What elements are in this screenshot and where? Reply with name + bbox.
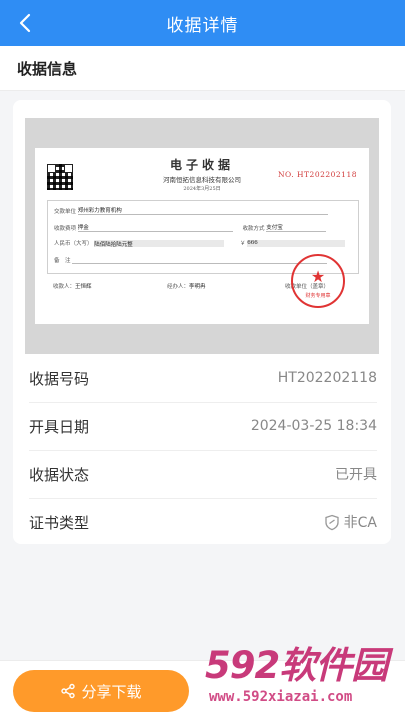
- cert-type-value: 非CA: [324, 512, 377, 532]
- receipt-date: 2024年3月25日: [183, 186, 221, 192]
- payer-value: 郑州彩力教育机构: [77, 208, 122, 214]
- amount-symbol: ￥: [240, 241, 246, 247]
- issue-date-value: 2024-03-25 18:34: [250, 418, 377, 434]
- section-title: 收据信息: [17, 60, 78, 78]
- star-icon: ★: [310, 267, 326, 286]
- stamp-text: 财务专用章: [305, 293, 331, 299]
- rmb-value: 陆佰陆拾陆元整: [94, 242, 133, 248]
- receipt-number: NO. HT202202118: [277, 170, 357, 179]
- seal-stamp: ★ 财务专用章: [291, 254, 345, 308]
- detail-label: 开具日期: [29, 417, 90, 436]
- receipt-payer-row: 交款单位 郑州彩力教育机构: [54, 206, 328, 215]
- method-label: 收款方式: [242, 226, 265, 232]
- detail-row-number: 收据号码 HT202202118: [29, 354, 377, 403]
- detail-row-date: 开具日期 2024-03-25 18:34: [29, 402, 377, 451]
- watermark-logo: 592软件园: [205, 644, 388, 687]
- cert-type-text: 非CA: [343, 515, 377, 531]
- receipt-image[interactable]: 电子收据 河南恒拓信息科技有限公司 2024年3月25日 NO. HT20220…: [25, 118, 379, 354]
- detail-row-cert: 证书类型 非CA: [29, 498, 377, 546]
- page-title: 收据详情: [166, 15, 239, 36]
- chevron-left-icon: [19, 13, 31, 33]
- amount-value: 666: [247, 240, 258, 246]
- detail-row-status: 收据状态 已开具: [29, 450, 377, 499]
- detail-label: 收据状态: [29, 465, 90, 484]
- header-bar: 收据详情: [0, 0, 405, 46]
- receipt-document: 电子收据 河南恒拓信息科技有限公司 2024年3月25日 NO. HT20220…: [35, 148, 369, 324]
- share-icon: [61, 683, 76, 699]
- receipt-remark-row: 备 注: [54, 256, 328, 264]
- remark-label: 备 注: [54, 258, 71, 264]
- payee: 收款人：王恒辉: [53, 284, 92, 290]
- receipt-number-value: HT202202118: [277, 370, 377, 386]
- back-button[interactable]: [8, 6, 42, 40]
- site-watermark: 592软件园 www.592xiazai.com: [201, 643, 405, 720]
- rmb-label: 人民币（大写）: [54, 241, 93, 247]
- detail-label: 收据号码: [29, 369, 90, 388]
- status-value: 已开具: [335, 467, 377, 483]
- method-value: 支付宝: [266, 225, 283, 231]
- receipt-amount-row: 人民币（大写） 陆佰陆拾陆元整 ￥ 666: [54, 239, 346, 248]
- share-download-button[interactable]: 分享下载: [13, 670, 189, 712]
- fee-value: 押金: [77, 225, 89, 231]
- payer-label: 交款单位: [54, 209, 77, 215]
- receipt-card: 电子收据 河南恒拓信息科技有限公司 2024年3月25日 NO. HT20220…: [13, 100, 391, 544]
- detail-label: 证书类型: [29, 513, 90, 532]
- shield-icon: [324, 514, 339, 530]
- handler: 经办人：李明冉: [167, 284, 206, 290]
- fee-label: 收款费项: [54, 226, 77, 232]
- watermark-url: www.592xiazai.com: [209, 689, 353, 705]
- share-download-label: 分享下载: [81, 682, 142, 701]
- section-header: 收据信息: [0, 46, 405, 91]
- receipt-fee-row: 收款费项 押金 收款方式 支付宝: [54, 223, 327, 232]
